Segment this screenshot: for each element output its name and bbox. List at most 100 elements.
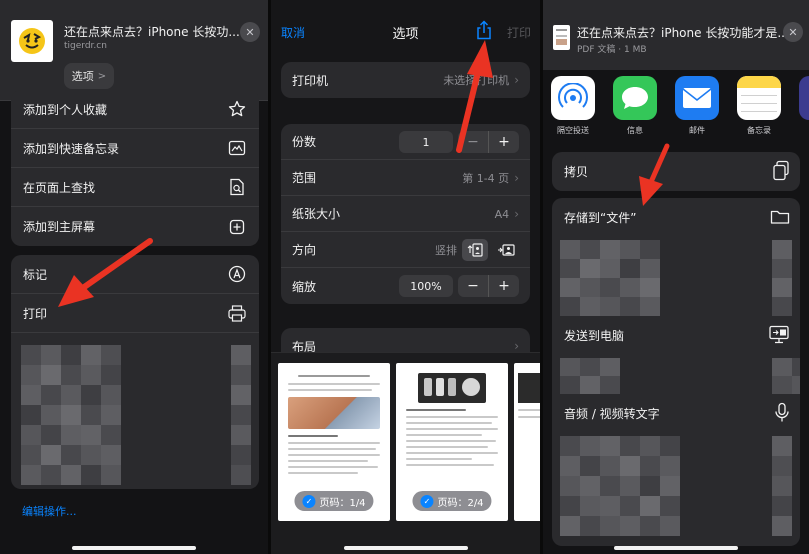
menu-item-markup[interactable]: 标记 [11,255,259,294]
menu-item-label: 添加到快速备忘录 [23,141,120,156]
preview-page[interactable] [514,363,540,521]
print-preview-strip: ✓ 页码：1/4 ✓ 页码：2/4 [271,352,540,554]
microphone-icon [774,402,790,425]
menu-item-print[interactable]: 打印 [11,294,259,333]
share-app-label: 邮件 [689,126,705,135]
printer-row[interactable]: 打印机 未选择打印机 › [281,62,530,98]
share-app-messages[interactable]: 信息 [612,76,658,136]
pdf-share-sheet-panel: 还在点来点去？iPhone 长按功能才是... PDF 文稿 · 1 MB ✕ … [543,0,809,554]
printer-icon [227,303,247,323]
page-indicator-label: 页码：1/4 [319,497,366,509]
menu-item-label: 添加到个人收藏 [23,102,108,117]
orientation-value: 竖排 [435,244,457,257]
more-app-icon [799,76,809,120]
copies-field[interactable]: 1 [399,131,453,153]
menu-item-add-quick-note[interactable]: 添加到快速备忘录 [11,129,259,168]
share-actions-group: 存储到“文件” 发送到电脑 音频 / 视频转文字 [552,198,800,546]
send-to-pc-label: 发送到电脑 [564,329,625,343]
print-options-panel: 取消 选项 打印 打印机 未选择打印机 › 份数 1 − + 范围 第 1-4 页 › [271,0,540,554]
menu-item-label: 打印 [23,306,48,321]
portrait-icon[interactable] [462,239,488,261]
edit-actions-link[interactable]: 编辑操作... [22,503,77,519]
menu-item-label: 添加到主屏幕 [23,220,96,234]
share-app-notes[interactable]: 备忘录 [736,76,782,136]
chevron-right-icon: › [514,73,519,87]
decrement-button[interactable]: − [458,275,488,297]
options-button[interactable]: 选项 > [64,63,114,89]
action-group-top: 添加到个人收藏 添加到快速备忘录 在页面上查找 添加到主屏幕 [11,90,259,246]
print-button[interactable]: 打印 [507,24,531,41]
increment-button[interactable]: + [489,275,519,297]
chevron-right-icon: > [97,70,107,82]
landscape-icon[interactable] [493,239,519,261]
screenshot-image [518,373,540,403]
range-value: 第 1-4 页 [462,172,510,185]
nav-title: 选项 [392,27,419,42]
preview-page[interactable]: ✓ 页码：2/4 [396,363,508,521]
star-icon [227,99,247,119]
chevron-right-icon: › [514,339,519,353]
print-settings-group: 份数 1 − + 范围 第 1-4 页 › 纸张大小 A4 › 方向 竖排 缩放… [281,124,530,304]
save-to-files-action[interactable]: 存储到“文件” [552,198,800,237]
menu-item-add-favorites[interactable]: 添加到个人收藏 [11,90,259,129]
send-to-pc-action[interactable]: 发送到电脑 [552,316,800,355]
airdrop-icon [551,76,595,120]
range-row[interactable]: 范围 第 1-4 页 › [281,160,530,196]
send-to-pc-icon [768,325,790,346]
preview-page[interactable]: ✓ 页码：1/4 [278,363,390,521]
mail-icon [675,76,719,120]
scale-stepper: − + [458,275,519,297]
blurred-content [560,436,792,536]
screenshot-detail [436,378,444,396]
audio-video-to-text-action[interactable]: 音频 / 视频转文字 [552,394,800,433]
page-url: tigerdr.cn [64,41,107,51]
quick-note-icon [227,138,247,158]
menu-item-find-on-page[interactable]: 在页面上查找 [11,168,259,207]
paper-size-row[interactable]: 纸张大小 A4 › [281,196,530,232]
orientation-row: 方向 竖排 [281,232,530,268]
share-sheet-header: 还在点来点去？iPhone 长按功能才是... PDF 文稿 · 1 MB ✕ [543,0,809,70]
blurred-content [560,240,792,316]
page-indicator: ✓ 页码：2/4 [412,491,492,511]
screenshot-detail [448,378,456,396]
menu-item-label: 标记 [23,267,48,282]
copies-label: 份数 [292,135,317,149]
share-app-label: 隔空投送 [557,126,589,135]
document-meta: PDF 文稿 · 1 MB [577,45,647,55]
page-indicator: ✓ 页码：1/4 [294,491,374,511]
orientation-label: 方向 [292,243,317,257]
close-button[interactable]: ✕ [783,22,803,42]
copies-stepper: − + [458,131,519,153]
document-title: 还在点来点去？iPhone 长按功能才是... [577,26,789,40]
add-square-icon [227,217,247,237]
blurred-content [21,345,251,485]
checkmark-icon: ✓ [420,494,434,508]
messages-icon [613,76,657,120]
share-app-airdrop[interactable]: 隔空投送 [550,76,596,136]
share-icon[interactable] [475,20,493,40]
decrement-button[interactable]: − [458,131,488,153]
share-app-mail[interactable]: 邮件 [674,76,720,136]
scale-field[interactable]: 100% [399,275,453,297]
share-app-more[interactable] [798,76,809,120]
screenshot-detail [462,378,480,396]
share-app-label: 信息 [627,126,643,135]
markup-icon [227,264,247,284]
increment-button[interactable]: + [489,131,519,153]
printer-label: 打印机 [292,73,329,88]
safari-share-menu-panel: 还在点来点去？iPhone 长按功... tigerdr.cn 选项 > ✕ 添… [0,0,268,554]
scale-label: 缩放 [292,279,317,294]
copy-action[interactable]: 拷贝 [552,152,800,191]
menu-item-add-to-home-screen[interactable]: 添加到主屏幕 [11,207,259,246]
close-button[interactable]: ✕ [240,22,260,42]
range-label: 范围 [292,171,317,185]
pdf-thumbnail [553,25,570,50]
home-indicator [72,546,196,550]
action-group-bottom: 标记 打印 [11,255,259,489]
copy-icon [772,160,790,183]
save-to-files-label: 存储到“文件” [564,211,637,225]
copy-label: 拷贝 [564,165,589,179]
app-share-row: 隔空投送 信息 邮件 备忘录 [543,72,809,142]
menu-item-label: 在页面上查找 [23,180,96,195]
page-indicator-label: 页码：2/4 [437,497,484,509]
